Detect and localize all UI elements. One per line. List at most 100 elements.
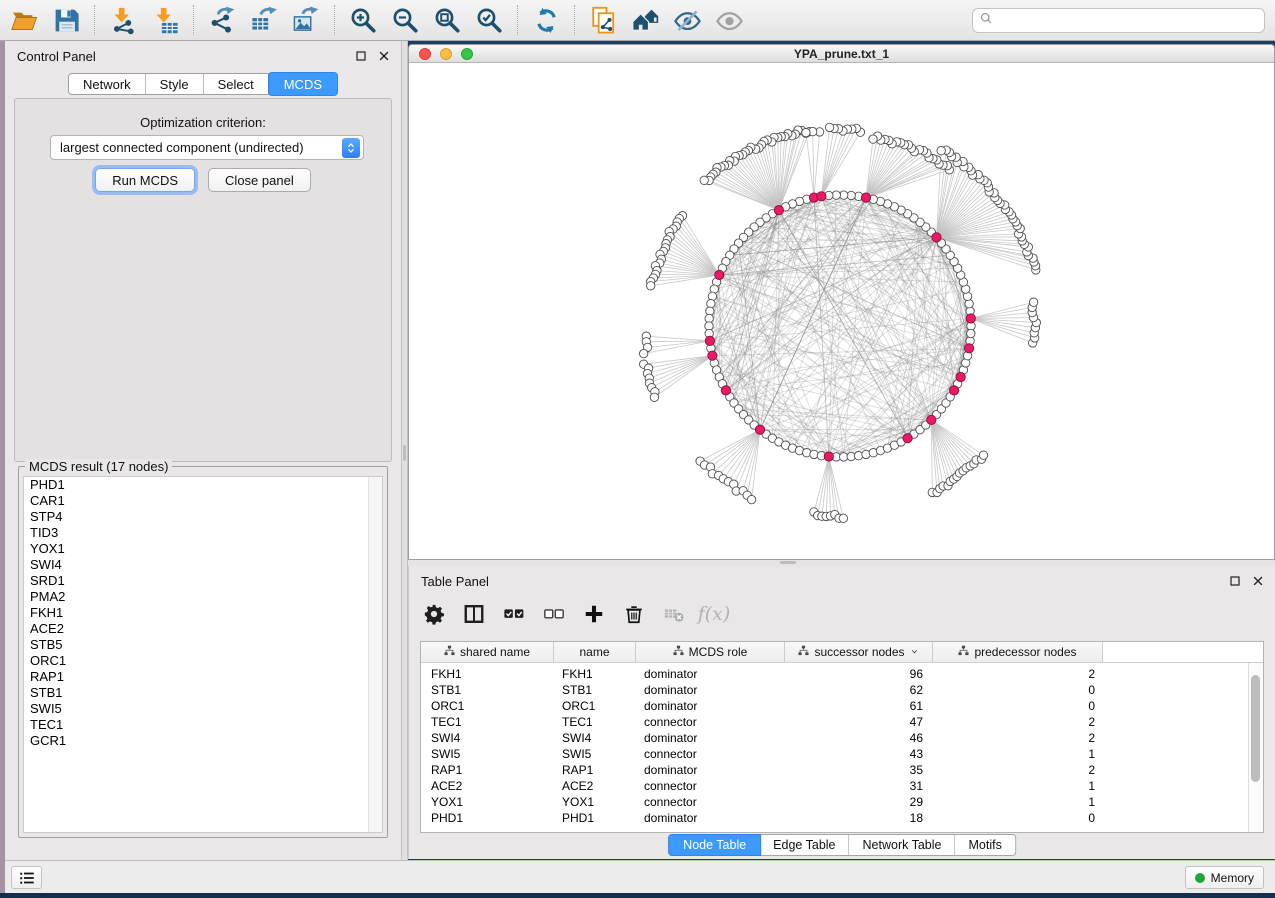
tab-select[interactable]: Select	[204, 74, 269, 94]
dominator-node[interactable]	[950, 386, 959, 395]
column-header-name[interactable]: name	[554, 642, 636, 662]
column-header-successor-nodes[interactable]: successor nodes	[785, 642, 933, 662]
leaf-node[interactable]	[839, 514, 847, 522]
leaf-node[interactable]	[647, 282, 655, 290]
leaf-node[interactable]	[700, 176, 708, 184]
dominator-node[interactable]	[817, 192, 826, 201]
close-traffic-light-icon[interactable]	[419, 48, 431, 60]
dominator-node[interactable]	[956, 372, 965, 381]
zoom-in-icon[interactable]	[344, 3, 382, 37]
dominator-node[interactable]	[705, 336, 714, 345]
ring-node[interactable]	[708, 292, 716, 300]
mcds-result-item[interactable]: GCR1	[24, 733, 382, 749]
leaf-node[interactable]	[937, 147, 945, 155]
table-row[interactable]: SWI5SWI5connector431	[421, 746, 1263, 762]
close-icon[interactable]	[1251, 574, 1265, 588]
network-from-selection-icon[interactable]	[584, 3, 622, 37]
dominator-node[interactable]	[774, 206, 783, 215]
dominator-node[interactable]	[708, 351, 717, 360]
open-file-icon[interactable]	[5, 3, 43, 37]
mcds-result-item[interactable]: TID3	[24, 525, 382, 541]
zoom-selected-icon[interactable]	[470, 3, 508, 37]
tab-motifs[interactable]: Motifs	[955, 835, 1014, 855]
dominator-node[interactable]	[755, 425, 764, 434]
tab-network-table[interactable]: Network Table	[850, 835, 956, 855]
leaf-node[interactable]	[747, 495, 755, 503]
network-graph[interactable]	[409, 63, 1274, 559]
dominator-node[interactable]	[715, 270, 724, 279]
export-image-icon[interactable]	[287, 3, 325, 37]
column-header-MCDS-role[interactable]: MCDS role	[636, 642, 785, 662]
ring-node[interactable]	[965, 300, 973, 308]
leaf-node[interactable]	[979, 451, 987, 459]
table-row[interactable]: FKH1FKH1dominator962	[421, 666, 1263, 682]
tab-node-table[interactable]: Node Table	[668, 834, 761, 856]
mcds-result-item[interactable]: RAP1	[24, 669, 382, 685]
mcds-result-item[interactable]: STB5	[24, 637, 382, 653]
save-session-icon[interactable]	[47, 3, 85, 37]
mcds-result-item[interactable]: PMA2	[24, 589, 382, 605]
dominator-node[interactable]	[721, 386, 730, 395]
mcds-result-item[interactable]: SWI5	[24, 701, 382, 717]
search-input[interactable]	[994, 13, 1258, 29]
export-table-icon[interactable]	[245, 3, 283, 37]
leaf-node[interactable]	[640, 349, 648, 357]
minimize-traffic-light-icon[interactable]	[440, 48, 452, 60]
close-panel-button[interactable]: Close panel	[208, 168, 311, 192]
dominator-node[interactable]	[903, 434, 912, 443]
dominator-node[interactable]	[861, 193, 870, 202]
leaf-node[interactable]	[1029, 298, 1037, 306]
memory-button[interactable]: Memory	[1185, 866, 1264, 889]
list-menu-icon[interactable]	[11, 866, 42, 889]
mcds-result-item[interactable]: TEC1	[24, 717, 382, 733]
float-window-icon[interactable]	[1228, 574, 1242, 588]
leaf-node[interactable]	[802, 128, 810, 136]
mcds-result-item[interactable]: SWI4	[24, 557, 382, 573]
table-row[interactable]: PHD1PHD1dominator180	[421, 810, 1263, 826]
mcds-list-scrollbar[interactable]	[368, 477, 382, 832]
column-header-predecessor-nodes[interactable]: predecessor nodes	[933, 642, 1103, 662]
home-icon[interactable]	[626, 3, 664, 37]
mcds-result-item[interactable]: CAR1	[24, 493, 382, 509]
mcds-result-item[interactable]: STP4	[24, 509, 382, 525]
dominator-node[interactable]	[927, 415, 936, 424]
ring-node[interactable]	[967, 329, 975, 337]
tab-network[interactable]: Network	[69, 74, 146, 94]
float-window-icon[interactable]	[354, 49, 368, 63]
settings-gear-icon[interactable]	[421, 601, 447, 627]
optimization-criterion-select[interactable]: largest connected component (undirected)	[50, 135, 364, 160]
table-row[interactable]: STB1STB1dominator620	[421, 682, 1263, 698]
show-columns-icon[interactable]	[461, 601, 487, 627]
tab-style[interactable]: Style	[146, 74, 204, 94]
zoom-fit-icon[interactable]	[428, 3, 466, 37]
add-row-icon[interactable]	[581, 601, 607, 627]
network-canvas[interactable]	[409, 63, 1274, 559]
dominator-node[interactable]	[932, 233, 941, 242]
vertical-splitter[interactable]	[401, 41, 408, 860]
table-row[interactable]: ORC1ORC1dominator610	[421, 698, 1263, 714]
zoom-out-icon[interactable]	[386, 3, 424, 37]
leaf-node[interactable]	[825, 123, 833, 131]
close-icon[interactable]	[377, 49, 391, 63]
import-table-icon[interactable]	[146, 3, 184, 37]
select-all-icon[interactable]	[501, 601, 527, 627]
mcds-result-item[interactable]: ORC1	[24, 653, 382, 669]
table-row[interactable]: TEC1TEC1connector472	[421, 714, 1263, 730]
table-row[interactable]: RAP1RAP1dominator352	[421, 762, 1263, 778]
dominator-node[interactable]	[965, 344, 974, 353]
mcds-result-item[interactable]: STB1	[24, 685, 382, 701]
tab-edge-table[interactable]: Edge Table	[760, 835, 849, 855]
network-window-titlebar[interactable]: YPA_prune.txt_1	[409, 45, 1274, 63]
dominator-node[interactable]	[824, 452, 833, 461]
scrollbar-thumb[interactable]	[1251, 675, 1260, 782]
mcds-result-item[interactable]: PHD1	[24, 477, 382, 493]
mcds-result-item[interactable]: FKH1	[24, 605, 382, 621]
import-network-icon[interactable]	[104, 3, 142, 37]
table-row[interactable]: YOX1YOX1connector291	[421, 794, 1263, 810]
table-row[interactable]: ACE2ACE2connector311	[421, 778, 1263, 794]
refresh-icon[interactable]	[527, 3, 565, 37]
leaf-node[interactable]	[869, 135, 877, 143]
tab-mcds[interactable]: MCDS	[268, 72, 338, 96]
maximize-traffic-light-icon[interactable]	[461, 48, 473, 60]
mcds-result-item[interactable]: YOX1	[24, 541, 382, 557]
